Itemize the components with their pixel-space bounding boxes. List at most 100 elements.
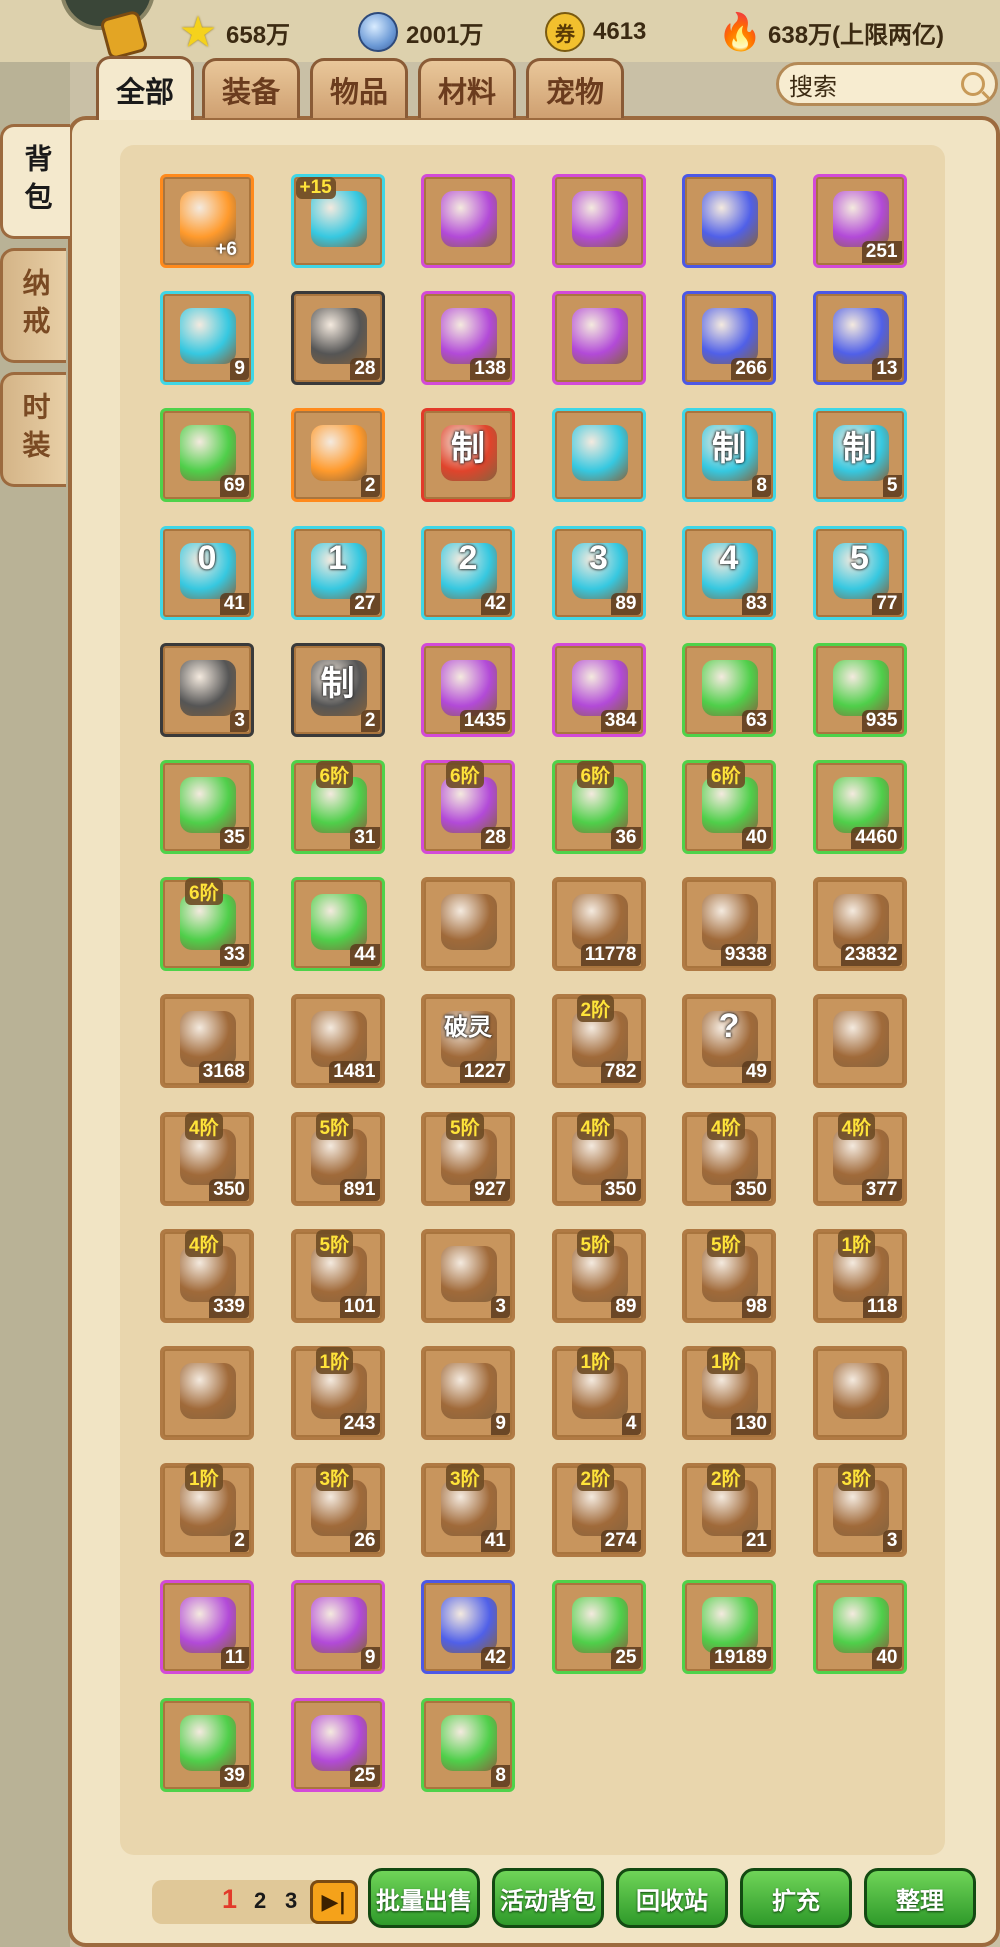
inventory-slot[interactable]: 5 77 <box>812 525 907 620</box>
search-icon[interactable] <box>961 72 985 96</box>
inventory-slot[interactable]: 39 <box>160 1697 254 1792</box>
inventory-slot[interactable]: 3 <box>160 642 254 737</box>
inventory-slot[interactable]: 935 <box>812 642 907 737</box>
inventory-slot[interactable]: 6阶 40 <box>682 760 776 854</box>
inventory-slot[interactable]: 42 <box>421 1580 515 1675</box>
inventory-slot[interactable]: 2阶 21 <box>682 1463 776 1558</box>
inventory-slot[interactable]: 4阶 350 <box>160 1111 254 1206</box>
next-page-icon[interactable]: ▶| <box>310 1880 358 1924</box>
inventory-slot[interactable]: 4阶 350 <box>551 1111 646 1206</box>
inventory-slot[interactable]: 9338 <box>682 877 776 972</box>
event-bag-button[interactable]: 活动背包 <box>492 1868 604 1928</box>
inventory-slot[interactable]: 266 <box>682 291 776 386</box>
inventory-slot[interactable]: 4460 <box>812 760 907 854</box>
tab-items[interactable]: 物品 <box>310 58 408 118</box>
inventory-slot[interactable]: 40 <box>812 1580 907 1675</box>
inventory-slot[interactable] <box>160 1346 254 1440</box>
inventory-slot[interactable]: 25 <box>551 1580 646 1675</box>
inventory-slot[interactable]: 4阶 339 <box>160 1228 254 1323</box>
inventory-slot[interactable]: 6阶 36 <box>551 760 646 854</box>
inventory-slot[interactable]: 9 <box>421 1346 515 1440</box>
inventory-slot[interactable] <box>551 174 646 268</box>
inventory-slot[interactable]: 制5 <box>812 408 907 503</box>
inventory-slot[interactable]: 384 <box>551 642 646 737</box>
recycle-bin-button[interactable]: 回收站 <box>616 1868 728 1928</box>
inventory-slot[interactable]: 11 <box>160 1580 254 1675</box>
side-tab-backpack[interactable]: 背包 <box>0 124 70 239</box>
inventory-slot[interactable]: 1481 <box>290 994 385 1089</box>
inventory-slot[interactable]: +15 <box>290 174 385 268</box>
inventory-slot[interactable]: 1 27 <box>290 525 385 620</box>
inventory-slot[interactable]: 3168 <box>160 994 254 1089</box>
search-input[interactable] <box>789 70 949 98</box>
page-1[interactable]: 1 <box>222 1884 237 1915</box>
side-tab-ring[interactable]: 纳戒 <box>0 248 66 363</box>
inventory-slot[interactable]: 9 <box>290 1580 385 1675</box>
page-3[interactable]: 3 <box>285 1888 297 1914</box>
inventory-slot[interactable]: 19189 <box>682 1580 776 1675</box>
inventory-slot[interactable] <box>421 174 515 268</box>
inventory-slot[interactable]: 5阶 89 <box>551 1228 646 1323</box>
inventory-slot[interactable]: 2 <box>290 408 385 503</box>
inventory-slot[interactable]: 138 <box>421 291 515 386</box>
side-tab-fashion[interactable]: 时装 <box>0 372 66 487</box>
tab-all[interactable]: 全部 <box>96 56 194 120</box>
inventory-slot[interactable]: 69 <box>160 408 254 503</box>
inventory-slot[interactable]: 破灵 1227 <box>421 994 515 1089</box>
sort-button[interactable]: 整理 <box>864 1868 976 1928</box>
inventory-slot[interactable]: 5阶 927 <box>421 1111 515 1206</box>
inventory-slot[interactable]: 25 <box>290 1697 385 1792</box>
inventory-slot[interactable]: 6阶 31 <box>290 760 385 854</box>
inventory-slot[interactable]: 制2 <box>290 642 385 737</box>
tab-equipment[interactable]: 装备 <box>202 58 300 118</box>
inventory-slot[interactable]: 13 <box>812 291 907 386</box>
inventory-slot[interactable]: 0 41 <box>160 525 254 620</box>
inventory-slot[interactable]: 28 <box>290 291 385 386</box>
inventory-slot[interactable]: 1阶 118 <box>812 1228 907 1323</box>
inventory-slot[interactable]: 4 83 <box>682 525 776 620</box>
inventory-slot[interactable]: 44 <box>290 877 385 972</box>
inventory-slot[interactable] <box>421 877 515 972</box>
inventory-slot[interactable]: 5阶 101 <box>290 1228 385 1323</box>
inventory-slot[interactable]: 3 89 <box>551 525 646 620</box>
inventory-slot[interactable]: 63 <box>682 642 776 737</box>
batch-sell-button[interactable]: 批量出售 <box>368 1868 480 1928</box>
inventory-slot[interactable]: 3阶 26 <box>290 1463 385 1558</box>
inventory-slot[interactable] <box>812 1346 907 1440</box>
inventory-slot[interactable] <box>682 174 776 268</box>
inventory-slot[interactable]: 2阶 782 <box>551 994 646 1089</box>
page-2[interactable]: 2 <box>254 1888 266 1914</box>
tab-pets[interactable]: 宠物 <box>526 58 624 118</box>
inventory-slot[interactable]: 1阶 4 <box>551 1346 646 1440</box>
inventory-slot[interactable]: 3阶 41 <box>421 1463 515 1558</box>
inventory-slot[interactable]: 1阶 130 <box>682 1346 776 1440</box>
search-box[interactable] <box>776 62 998 106</box>
inventory-slot[interactable]: 5阶 98 <box>682 1228 776 1323</box>
inventory-slot[interactable]: 4阶 350 <box>682 1111 776 1206</box>
inventory-slot[interactable]: +6 <box>160 174 254 268</box>
tab-materials[interactable]: 材料 <box>418 58 516 118</box>
inventory-slot[interactable]: 1阶 2 <box>160 1463 254 1558</box>
inventory-slot[interactable]: 3阶 3 <box>812 1463 907 1558</box>
inventory-slot[interactable]: 2阶 274 <box>551 1463 646 1558</box>
inventory-slot[interactable]: 5阶 891 <box>290 1111 385 1206</box>
inventory-slot[interactable]: 6阶 28 <box>421 760 515 854</box>
inventory-slot[interactable]: 23832 <box>812 877 907 972</box>
inventory-slot[interactable]: 制 <box>421 408 515 503</box>
inventory-slot[interactable]: 1435 <box>421 642 515 737</box>
inventory-slot[interactable]: ? 49 <box>682 994 776 1089</box>
inventory-slot[interactable]: 11778 <box>551 877 646 972</box>
inventory-slot[interactable]: 3 <box>421 1228 515 1323</box>
inventory-slot[interactable]: 2 42 <box>421 525 515 620</box>
inventory-slot[interactable]: 251 <box>812 174 907 268</box>
inventory-slot[interactable]: 4阶 377 <box>812 1111 907 1206</box>
inventory-slot[interactable]: 制8 <box>682 408 776 503</box>
inventory-slot[interactable] <box>551 408 646 503</box>
inventory-slot[interactable] <box>551 291 646 386</box>
inventory-slot[interactable]: 6阶 33 <box>160 877 254 972</box>
inventory-slot[interactable]: 35 <box>160 760 254 854</box>
inventory-slot[interactable]: 9 <box>160 291 254 386</box>
inventory-slot[interactable]: 1阶 243 <box>290 1346 385 1440</box>
inventory-slot[interactable] <box>812 994 907 1089</box>
inventory-slot[interactable]: 8 <box>421 1697 515 1792</box>
